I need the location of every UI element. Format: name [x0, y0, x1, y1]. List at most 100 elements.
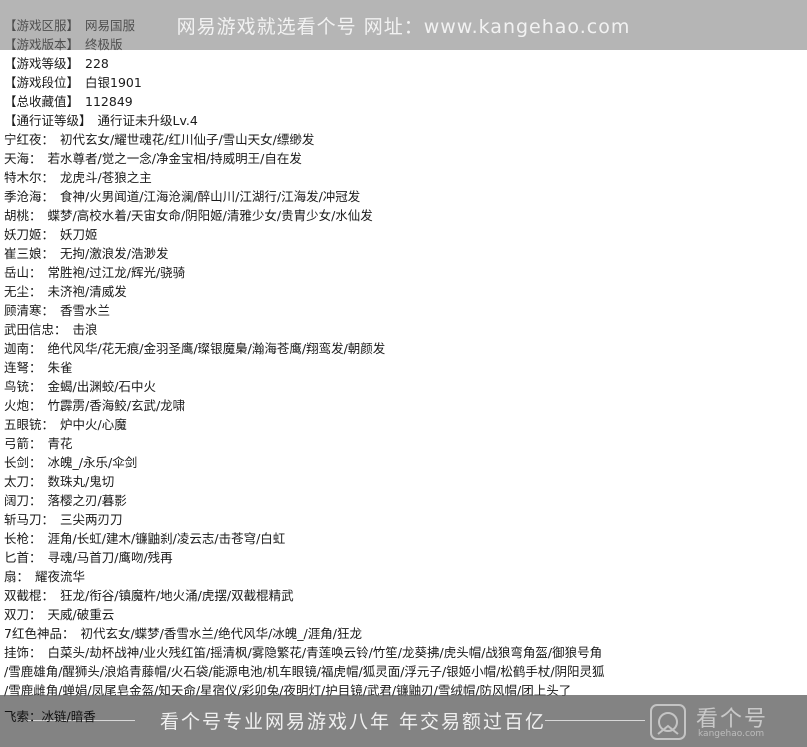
info-line: 匕首： 寻魂/马首刀/鹰吻/残再 [4, 548, 804, 567]
info-line: 长枪： 涯角/长虹/建木/镰鼬刹/凌云志/击苍穹/白虹 [4, 529, 804, 548]
info-line: 迦南： 绝代风华/花无痕/金羽圣鹰/璨银魔梟/瀚海苍鹰/翔鸾发/朝颜发 [4, 339, 804, 358]
info-line: 【游戏段位】 白银1901 [4, 73, 804, 92]
info-key: 五眼铳： [4, 417, 55, 432]
info-key: 岳山： [4, 265, 42, 280]
info-key: 天海： [4, 151, 42, 166]
info-key: 【总收藏值】 [4, 94, 80, 109]
info-key: 弓箭： [4, 436, 42, 451]
info-line: 阔刀： 落樱之刃/暮影 [4, 491, 804, 510]
info-value: 食神/火男闻道/江海沧澜/醉山川/江湖行/江海发/冲冠发 [60, 189, 361, 204]
info-key: 双截棍： [4, 588, 55, 603]
info-key: 双刀： [4, 607, 42, 622]
info-value: 龙虎斗/苍狼之主 [60, 170, 152, 185]
info-value: 涯角/长虹/建木/镰鼬刹/凌云志/击苍穹/白虹 [47, 531, 286, 546]
info-key: 武田信忠： [4, 322, 67, 337]
info-key: 挂饰： [4, 645, 42, 660]
info-line: 胡桃： 蝶梦/高校水着/天宙女命/阴阳姬/清雅少女/贵胄少女/水仙发 [4, 206, 804, 225]
info-value: 未济袍/清威发 [47, 284, 127, 299]
info-line: 【总收藏值】 112849 [4, 92, 804, 111]
info-line: 季沧海： 食神/火男闻道/江海沧澜/醉山川/江湖行/江海发/冲冠发 [4, 187, 804, 206]
info-value: 228 [85, 56, 109, 71]
info-value: 金蝎/出渊蛟/石中火 [47, 379, 156, 394]
info-value: 冰魄_/永乐/伞剑 [47, 455, 138, 470]
info-key: 胡桃： [4, 208, 42, 223]
info-line: 7红色神品： 初代玄女/蝶梦/香雪水兰/绝代风华/冰魄_/涯角/狂龙 [4, 624, 804, 643]
info-value: 常胜袍/过江龙/辉光/骁骑 [47, 265, 186, 280]
info-line: 连弩： 朱雀 [4, 358, 804, 377]
info-value: 落樱之刃/暮影 [47, 493, 127, 508]
info-line: 顾清寒： 香雪水兰 [4, 301, 804, 320]
info-key: 宁红夜： [4, 132, 55, 147]
info-value: 绝代风华/花无痕/金羽圣鹰/璨银魔梟/瀚海苍鹰/翔鸾发/朝颜发 [47, 341, 386, 356]
info-line: 【通行证等级】 通行证未升级Lv.4 [4, 111, 804, 130]
info-line: 天海： 若水尊者/觉之一念/净金宝相/持威明王/自在发 [4, 149, 804, 168]
info-line: 双刀： 天威/破重云 [4, 605, 804, 624]
info-value: 妖刀姬 [60, 227, 98, 242]
info-line: 无尘： 未济袍/清威发 [4, 282, 804, 301]
info-key: 季沧海： [4, 189, 55, 204]
top-watermark-banner: 网易游戏就选看个号 网址：www.kangehao.com [0, 0, 807, 50]
info-key: 【游戏等级】 [4, 56, 80, 71]
banner-divider-right [545, 720, 645, 721]
info-key: 特木尔： [4, 170, 55, 185]
info-key: 【游戏段位】 [4, 75, 80, 90]
info-line: 岳山： 常胜袍/过江龙/辉光/骁骑 [4, 263, 804, 282]
info-key: 连弩： [4, 360, 42, 375]
info-key: 扇： [4, 569, 30, 584]
brand-watermark: 看个号 kangehao.com [648, 700, 798, 744]
info-line: 崔三娘： 无拘/激浪发/浩渺发 [4, 244, 804, 263]
info-key: 【通行证等级】 [4, 113, 92, 128]
info-key: 妖刀姬： [4, 227, 55, 242]
info-value: 击浪 [72, 322, 98, 337]
info-value: 狂龙/衔谷/镇魔杵/地火涌/虎摆/双截棍精武 [60, 588, 294, 603]
info-line: 长剑： 冰魄_/永乐/伞剑 [4, 453, 804, 472]
info-value: 天威/破重云 [47, 607, 115, 622]
info-key: 太刀： [4, 474, 42, 489]
info-line: /雪鹿雄角/醒狮头/浪焰青藤帽/火石袋/能源电池/机车眼镜/福虎帽/狐灵面/浮元… [4, 662, 804, 681]
info-line: 鸟铳： 金蝎/出渊蛟/石中火 [4, 377, 804, 396]
info-value: /雪鹿雄角/醒狮头/浪焰青藤帽/火石袋/能源电池/机车眼镜/福虎帽/狐灵面/浮元… [4, 664, 605, 679]
info-line: 火炮： 竹霹雳/香海鲛/玄武/龙啸 [4, 396, 804, 415]
info-line: 特木尔： 龙虎斗/苍狼之主 [4, 168, 804, 187]
info-line: 五眼铳： 炉中火/心魔 [4, 415, 804, 434]
info-value: 寻魂/马首刀/鹰吻/残再 [47, 550, 173, 565]
account-info-list: 【游戏区服】网易国服【游戏版本】终极版【游戏等级】228【游戏段位】白银1901… [4, 16, 804, 700]
info-value: 香雪水兰 [60, 303, 111, 318]
info-line: 妖刀姬： 妖刀姬 [4, 225, 804, 244]
info-value: 112849 [85, 94, 133, 109]
info-key: 长枪： [4, 531, 42, 546]
info-key: 匕首： [4, 550, 42, 565]
top-banner-text: 网易游戏就选看个号 网址：www.kangehao.com [176, 16, 631, 38]
info-value: 白银1901 [85, 75, 142, 90]
info-key: 长剑： [4, 455, 42, 470]
info-value: 初代玄女/蝶梦/香雪水兰/绝代风华/冰魄_/涯角/狂龙 [80, 626, 362, 641]
last-info-line: 飞索：冰链/暗香 [4, 709, 96, 724]
info-line: 挂饰： 白菜头/劫杯战神/业火残红笛/摇清枫/雾隐繁花/青莲唤云铃/竹笙/龙葵拂/… [4, 643, 804, 662]
info-value: 竹霹雳/香海鲛/玄武/龙啸 [47, 398, 186, 413]
info-value: 初代玄女/耀世魂花/红川仙子/雪山天女/缥缈发 [60, 132, 315, 147]
info-key: 崔三娘： [4, 246, 55, 261]
info-key: 鸟铳： [4, 379, 42, 394]
info-key: 顾清寒： [4, 303, 55, 318]
info-value: 无拘/激浪发/浩渺发 [60, 246, 169, 261]
info-value: 数珠丸/鬼切 [47, 474, 115, 489]
bottom-banner-text: 看个号专业网易游戏八年 年交易额过百亿 [160, 711, 547, 733]
info-value: 青花 [47, 436, 73, 451]
info-key: 迦南： [4, 341, 42, 356]
info-key: 阔刀： [4, 493, 42, 508]
info-value: 若水尊者/觉之一念/净金宝相/持威明王/自在发 [47, 151, 302, 166]
info-value: 白菜头/劫杯战神/业火残红笛/摇清枫/雾隐繁花/青莲唤云铃/竹笙/龙葵拂/虎头帽… [47, 645, 603, 660]
brand-url: kangehao.com [698, 729, 765, 739]
info-line: 弓箭： 青花 [4, 434, 804, 453]
info-value: 蝶梦/高校水着/天宙女命/阴阳姬/清雅少女/贵胄少女/水仙发 [47, 208, 373, 223]
info-key: 无尘： [4, 284, 42, 299]
info-line: 宁红夜： 初代玄女/耀世魂花/红川仙子/雪山天女/缥缈发 [4, 130, 804, 149]
info-line: 斩马刀： 三尖两刃刀 [4, 510, 804, 529]
info-line: 双截棍： 狂龙/衔谷/镇魔杵/地火涌/虎摆/双截棍精武 [4, 586, 804, 605]
info-value: 三尖两刃刀 [60, 512, 123, 527]
brand-logo-icon [650, 704, 686, 740]
info-key: 火炮： [4, 398, 42, 413]
info-key: 斩马刀： [4, 512, 55, 527]
info-value: 耀夜流华 [35, 569, 86, 584]
info-value: 朱雀 [47, 360, 73, 375]
